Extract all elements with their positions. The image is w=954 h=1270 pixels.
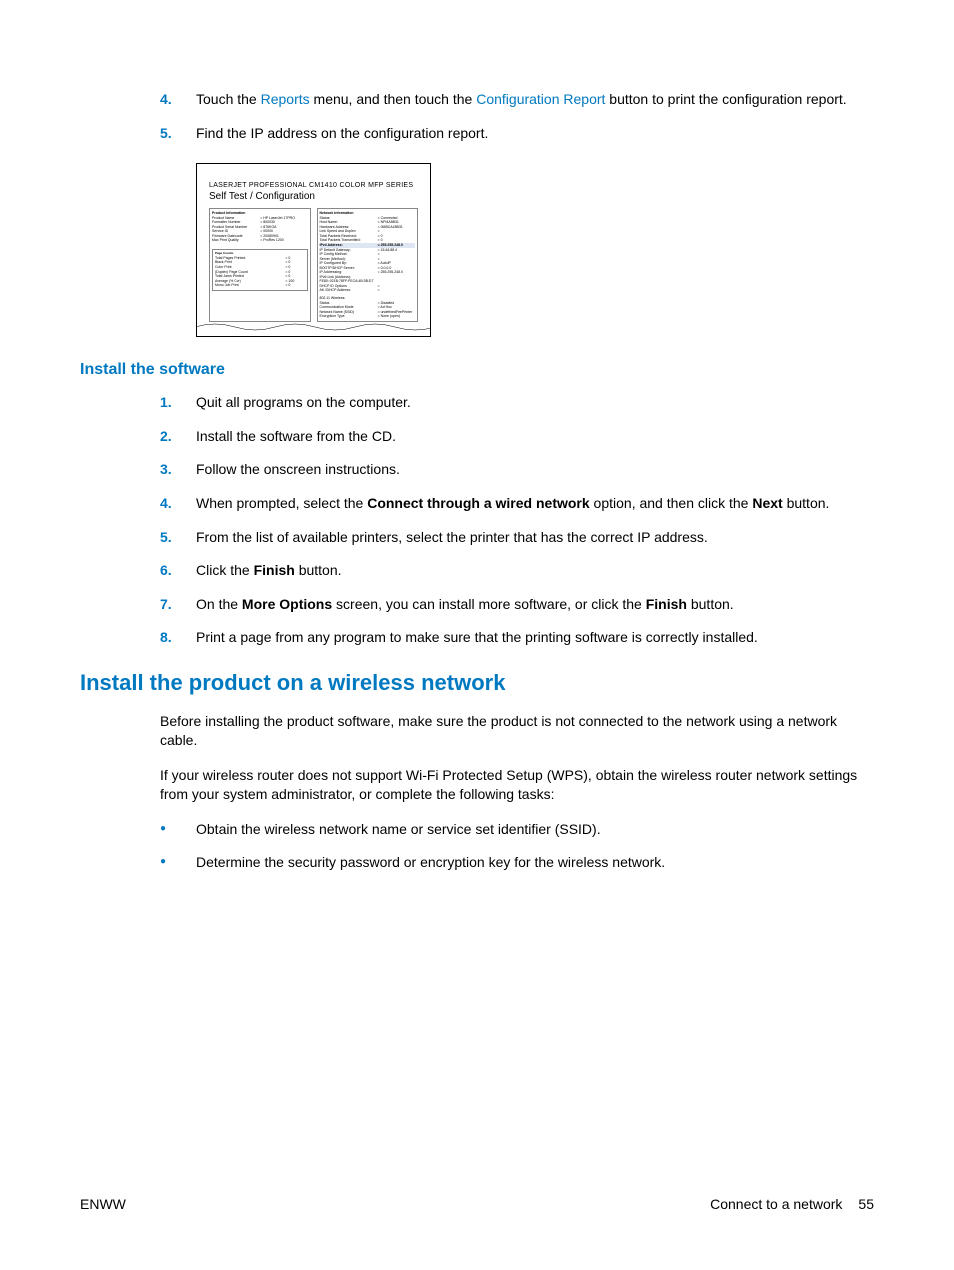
figure-right-column: Network Information Status:= ConnectedHo…: [317, 208, 419, 322]
sw-step-7: 7. On the More Options screen, you can i…: [160, 595, 874, 615]
ip-address-steps-continued: 4. Touch the Reports menu, and then touc…: [160, 90, 874, 143]
step-number: 3.: [160, 460, 196, 480]
bullet-icon: ●: [160, 853, 196, 873]
footer-right: Connect to a network55: [710, 1196, 874, 1212]
step-number: 7.: [160, 595, 196, 615]
footer-left: ENWW: [80, 1196, 126, 1212]
step-text: From the list of available printers, sel…: [196, 528, 874, 548]
step-4: 4. Touch the Reports menu, and then touc…: [160, 90, 874, 110]
install-wireless-heading: Install the product on a wireless networ…: [80, 670, 874, 696]
bullet-ssid: ● Obtain the wireless network name or se…: [160, 820, 874, 840]
step-number: 8.: [160, 628, 196, 648]
sw-step-2: 2. Install the software from the CD.: [160, 427, 874, 447]
configuration-report-link: Configuration Report: [476, 91, 605, 107]
step-text: Find the IP address on the configuration…: [196, 124, 874, 144]
bullet-text: Obtain the wireless network name or serv…: [196, 820, 601, 840]
step-text: Click the Finish button.: [196, 561, 874, 581]
sw-step-8: 8. Print a page from any program to make…: [160, 628, 874, 648]
step-number: 4.: [160, 90, 196, 110]
step-number: 2.: [160, 427, 196, 447]
step-number: 6.: [160, 561, 196, 581]
connect-wired-option: Connect through a wired network: [367, 495, 589, 511]
page-number: 55: [858, 1196, 874, 1212]
step-text: Quit all programs on the computer.: [196, 393, 874, 413]
figure-product-title: LASERJET PROFESSIONAL CM1410 COLOR MFP S…: [209, 182, 418, 189]
wireless-task-bullets: ● Obtain the wireless network name or se…: [160, 820, 874, 873]
page-footer: ENWW Connect to a network55: [80, 1196, 874, 1212]
bullet-password: ● Determine the security password or enc…: [160, 853, 874, 873]
next-button-label: Next: [752, 495, 782, 511]
wireless-paragraph-2: If your wireless router does not support…: [160, 766, 874, 804]
bullet-text: Determine the security password or encry…: [196, 853, 665, 873]
figure-left-column: Product Information Product Name= HP Las…: [209, 208, 311, 322]
install-software-heading: Install the software: [80, 361, 874, 379]
step-text: Follow the onscreen instructions.: [196, 460, 874, 480]
step-number: 5.: [160, 528, 196, 548]
bullet-icon: ●: [160, 820, 196, 840]
configuration-report-figure: LASERJET PROFESSIONAL CM1410 COLOR MFP S…: [196, 163, 431, 337]
install-software-steps: 1. Quit all programs on the computer. 2.…: [160, 393, 874, 648]
step-number: 5.: [160, 124, 196, 144]
sw-step-6: 6. Click the Finish button.: [160, 561, 874, 581]
reports-menu-link: Reports: [261, 91, 310, 107]
sw-step-5: 5. From the list of available printers, …: [160, 528, 874, 548]
finish-button-label: Finish: [254, 562, 295, 578]
more-options-label: More Options: [242, 596, 332, 612]
sw-step-3: 3. Follow the onscreen instructions.: [160, 460, 874, 480]
step-text: Install the software from the CD.: [196, 427, 874, 447]
step-5: 5. Find the IP address on the configurat…: [160, 124, 874, 144]
figure-torn-edge: [196, 319, 431, 337]
finish-button-label: Finish: [646, 596, 687, 612]
step-text: Print a page from any program to make su…: [196, 628, 874, 648]
wireless-paragraph-1: Before installing the product software, …: [160, 712, 874, 750]
figure-subtitle: Self Test / Configuration: [209, 191, 418, 202]
sw-step-4: 4. When prompted, select the Connect thr…: [160, 494, 874, 514]
step-number: 4.: [160, 494, 196, 514]
step-number: 1.: [160, 393, 196, 413]
step-text: On the More Options screen, you can inst…: [196, 595, 874, 615]
sw-step-1: 1. Quit all programs on the computer.: [160, 393, 874, 413]
step-text: Touch the Reports menu, and then touch t…: [196, 90, 874, 110]
step-text: When prompted, select the Connect throug…: [196, 494, 874, 514]
